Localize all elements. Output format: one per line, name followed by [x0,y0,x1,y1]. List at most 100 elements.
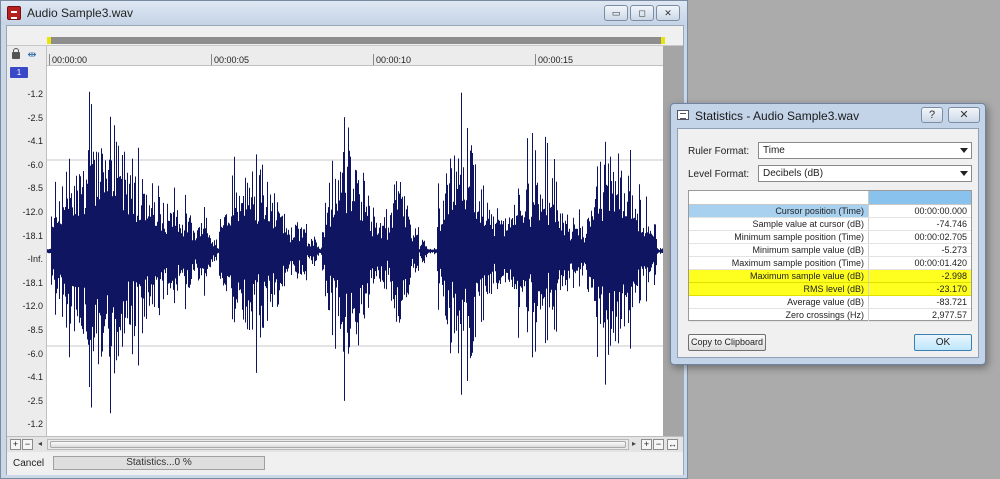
ruler-format-value: Time [763,145,785,156]
statistics-row-value: 00:00:02.705 [914,232,967,242]
window-icon [677,110,689,120]
statistics-row[interactable]: Zero crossings (Hz) 2,977.57 [689,309,971,322]
ruler-tick-label: 00:00:05 [211,54,249,65]
statistics-row-value: -74.746 [936,219,967,229]
level-scale-label: -12.0 [22,207,43,217]
waveform [47,91,663,414]
statistics-row-label: Average value (dB) [689,296,869,308]
zoom-full-button[interactable]: ↔ [667,439,678,450]
horizontal-scroll-thumb[interactable] [50,441,626,448]
statistics-row[interactable]: Sample value at cursor (dB) -74.746 [689,218,971,231]
audio-window-titlebar[interactable]: Audio Sample3.wav ▭ ◻ ✕ [1,1,687,25]
statistics-dialog-titlebar[interactable]: Statistics - Audio Sample3.wav ? ✕ [671,104,985,126]
chevron-down-icon [960,148,968,153]
level-scale-label: -6.0 [27,348,43,359]
statistics-row[interactable]: Maximum sample position (Time) 00:00:01.4… [689,257,971,270]
level-scale-label: -1.2 [27,89,43,99]
lock-icon[interactable] [12,48,20,59]
scroll-controls: + − ◂ ▸ + − ↔ [7,436,683,452]
statistics-table-header [689,191,971,205]
audio-editor-client: -1.2 -2.5 -4.1 -6.0 -8.5 -12.0 -18.1 -Inf. -18.1… [6,25,684,475]
statistics-table[interactable]: Cursor position (Time) 00:00:00.000 Sample… [688,190,972,322]
help-button[interactable]: ? [921,107,943,123]
scroll-left-arrow-icon[interactable]: ◂ [38,439,42,448]
statistics-dialog-title: Statistics - Audio Sample3.wav [695,109,860,123]
ok-button[interactable]: OK [914,334,972,351]
level-scale-label: -2.5 [27,395,43,406]
level-format-value: Decibels (dB) [763,168,824,179]
zoom-out-vertical-button[interactable]: − [22,439,33,450]
level-scale-label: -4.1 [27,372,43,383]
waveform-trace [47,91,663,414]
statistics-row-value: 00:00:01.420 [914,258,967,268]
statistics-row-value: -5.273 [941,245,967,255]
statistics-header-name-column[interactable] [689,191,869,204]
waveform-area[interactable] [47,66,663,436]
statistics-row-label: RMS level (dB) [689,283,869,295]
statistics-dialog: Statistics - Audio Sample3.wav ? ✕ Ruler… [670,103,986,365]
maximize-button[interactable]: ◻ [630,5,654,21]
statistics-row-label: Zero crossings (Hz) [689,309,869,321]
statistics-row-label: Minimum sample value (dB) [689,244,869,256]
progress-bar: Statistics...0 % [53,456,265,470]
channel-badge[interactable]: 1 [10,67,28,78]
statistics-row-label: Sample value at cursor (dB) [689,218,869,230]
ruler-format-label: Ruler Format: [688,146,750,157]
overview-selection-track[interactable] [47,37,665,44]
statistics-row-value: -2.998 [941,271,967,281]
ruler-tick-label: 00:00:00 [49,54,87,65]
level-scale-label: -8.5 [27,325,43,335]
statistics-row[interactable]: Maximum sample value (dB) -2.998 [689,270,971,283]
level-scale-label: -12.0 [22,301,43,312]
ruler-tick-label: 00:00:15 [535,54,573,65]
progress-text: Statistics...0 % [126,457,192,468]
statistics-row-label: Maximum sample position (Time) [689,257,869,269]
statistics-row[interactable]: Minimum sample value (dB) -5.273 [689,244,971,257]
statistics-row-value: 2,977.57 [931,310,967,320]
cancel-link[interactable]: Cancel [13,458,44,469]
statistics-row[interactable]: Minimum sample position (Time) 00:00:02.7… [689,231,971,244]
zoom-in-horizontal-button[interactable]: + [641,439,652,450]
statistics-header-value-column[interactable] [869,191,971,204]
level-scale-label: -18.1 [22,277,43,288]
level-scale-label: -Inf. [27,254,43,265]
level-column: -1.2 -2.5 -4.1 -6.0 -8.5 -12.0 -18.1 -Inf. -18.1… [7,46,47,436]
level-format-select[interactable]: Decibels (dB) [758,165,972,182]
ruler-tick-label: 00:00:10 [373,54,411,65]
level-format-label: Level Format: [688,169,750,180]
level-scale-label: -18.1 [22,230,43,241]
zoom-in-vertical-button[interactable]: + [10,439,21,450]
audio-window: Audio Sample3.wav ▭ ◻ ✕ -1.2 -2.5 -4.1 -6.0… [0,0,688,479]
scroll-right-arrow-icon[interactable]: ▸ [632,439,636,448]
level-scale-label: -8.5 [27,183,43,194]
ruler-format-select[interactable]: Time [758,142,972,159]
snap-icon[interactable]: ⇹ [26,49,38,61]
dialog-close-button[interactable]: ✕ [948,107,980,123]
audio-file-icon [7,6,21,20]
statistics-dialog-body: Ruler Format: Time Level Format: Decibel… [677,128,979,358]
zoom-out-horizontal-button[interactable]: − [653,439,664,450]
horizontal-scrollbar[interactable] [47,439,629,450]
statistics-row-label: Maximum sample value (dB) [689,270,869,282]
statistics-row-label: Minimum sample position (Time) [689,231,869,243]
overview-bar[interactable] [7,26,683,46]
minimize-button[interactable]: ▭ [604,5,628,21]
level-scale-label: -4.1 [27,136,43,147]
time-ruler[interactable]: 00:00:00 00:00:05 00:00:10 00:00:15 [47,46,663,66]
statistics-row-value: -83.721 [936,297,967,307]
statistics-row-value: 00:00:00.000 [914,206,967,216]
statistics-row-label: Cursor position (Time) [689,205,869,217]
audio-window-title: Audio Sample3.wav [27,6,134,20]
statistics-row[interactable]: RMS level (dB) -23.170 [689,283,971,296]
statistics-row[interactable]: Average value (dB) -83.721 [689,296,971,309]
level-scale: -1.2 -2.5 -4.1 -6.0 -8.5 -12.0 -18.1 -Inf. -18.1… [7,46,47,436]
close-button[interactable]: ✕ [656,5,680,21]
status-bar: Cancel Statistics...0 % [7,453,683,475]
copy-to-clipboard-button[interactable]: Copy to Clipboard [688,334,766,351]
level-scale-label: -2.5 [27,112,43,123]
level-scale-label: -1.2 [27,419,43,430]
statistics-row[interactable]: Cursor position (Time) 00:00:00.000 [689,205,971,218]
level-scale-label: -6.0 [27,159,43,170]
chevron-down-icon [960,171,968,176]
statistics-row-value: -23.170 [936,284,967,294]
